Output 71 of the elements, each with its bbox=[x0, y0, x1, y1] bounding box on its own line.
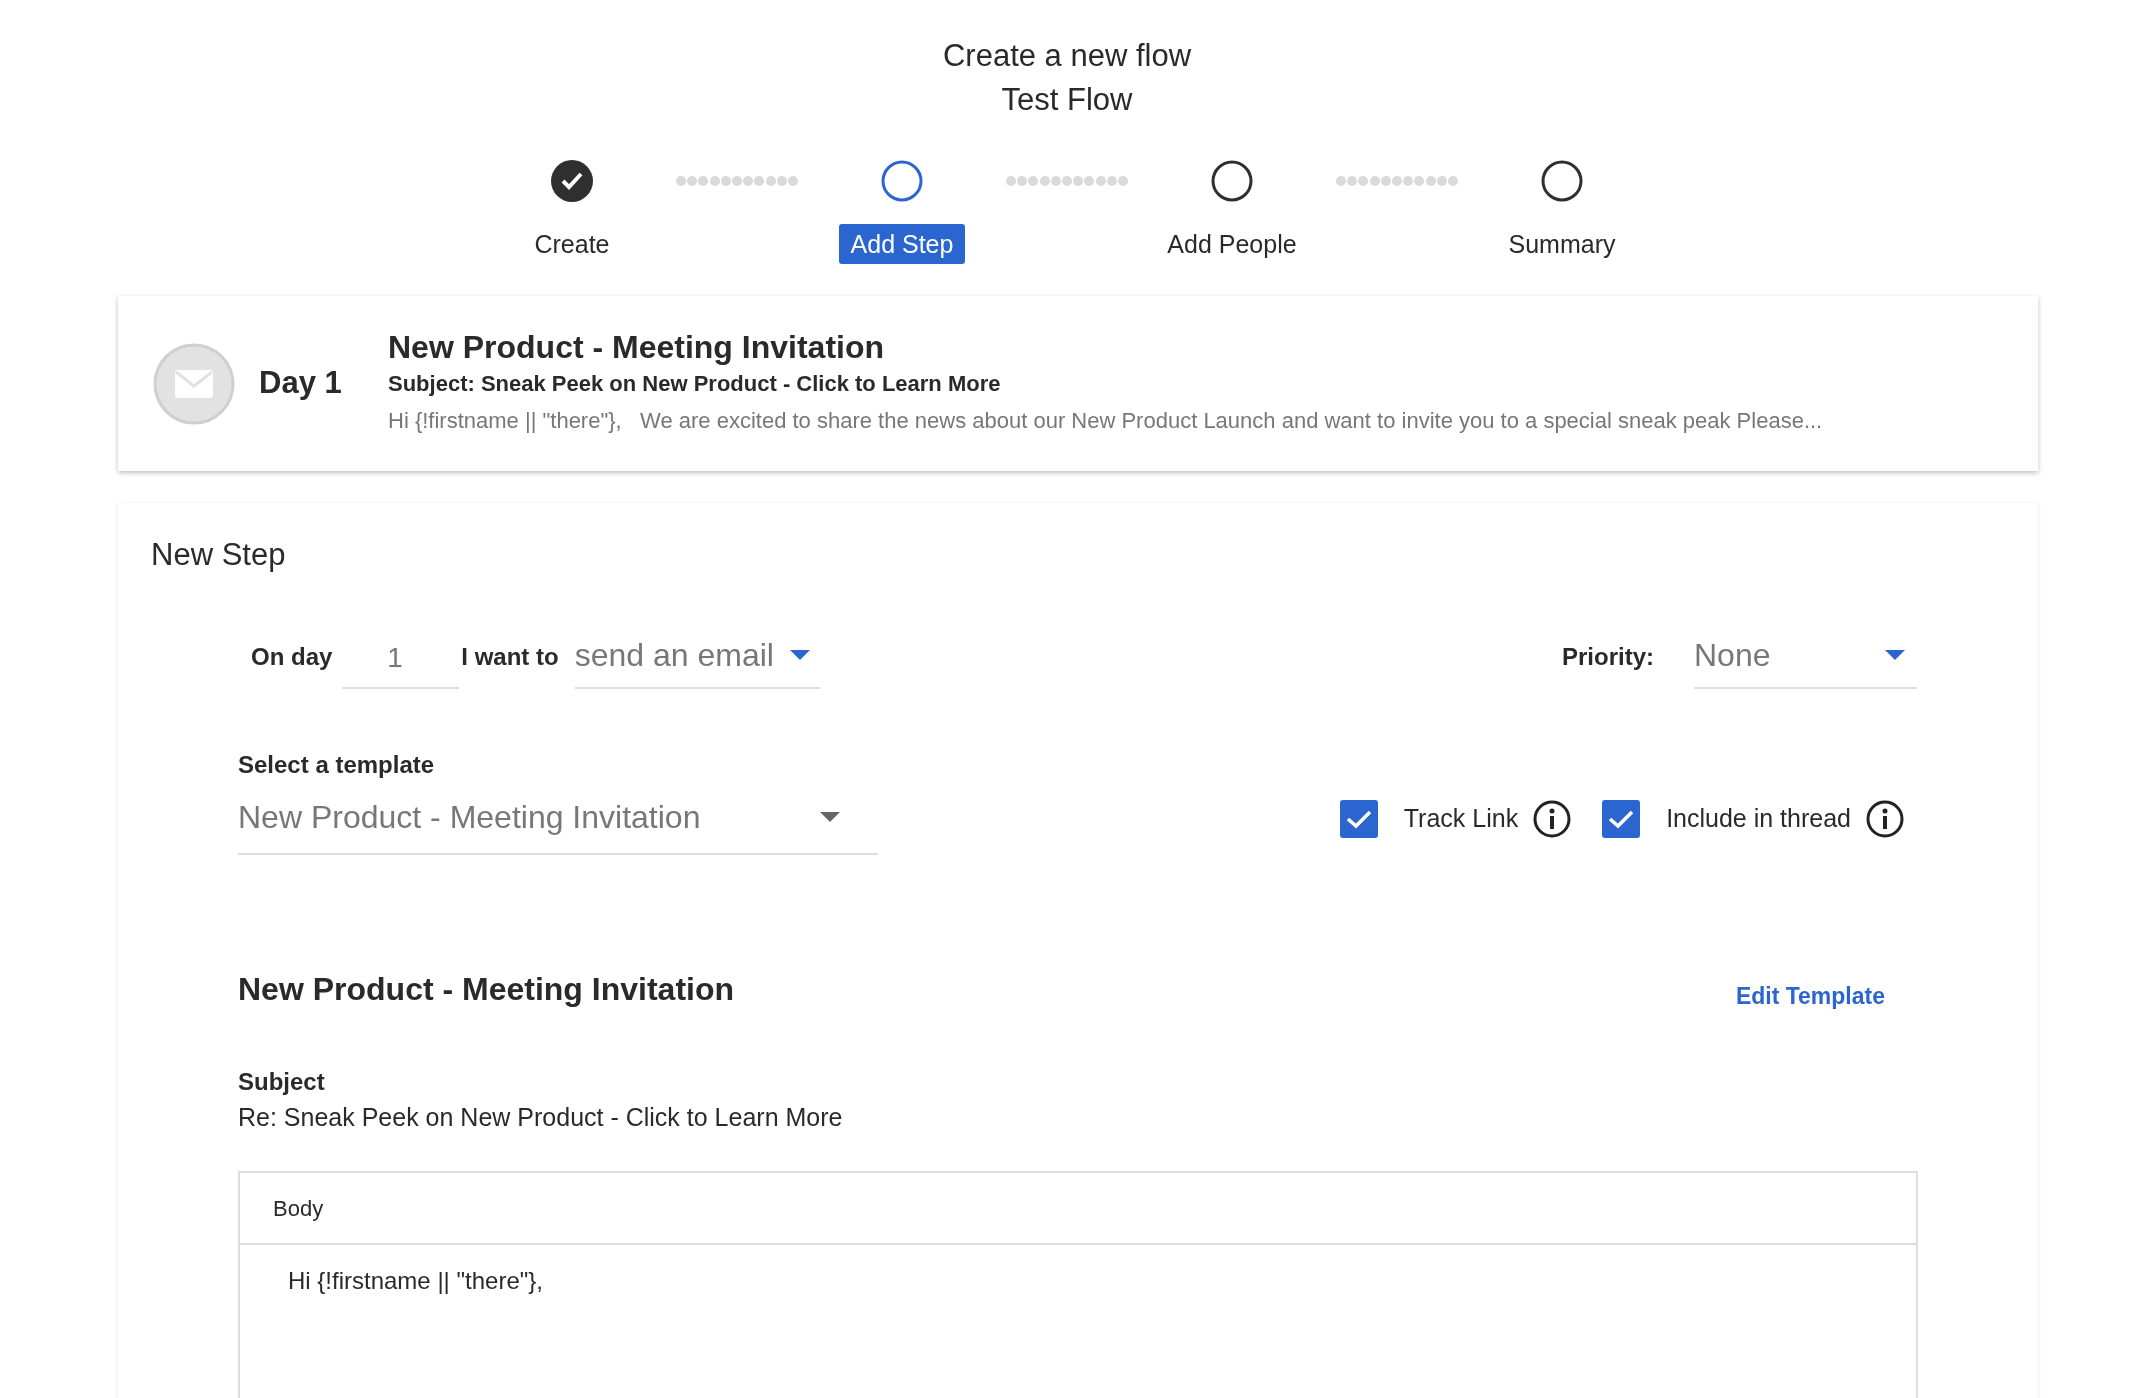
edit-template-link[interactable]: Edit Template bbox=[1735, 978, 1885, 1013]
dot-icon bbox=[1084, 176, 1095, 186]
dot-icon bbox=[754, 176, 765, 186]
dot-icon bbox=[1039, 176, 1050, 186]
template-dropdown[interactable]: New Product - Meeting Invitation bbox=[238, 793, 878, 855]
dot-icon bbox=[676, 176, 686, 186]
step-label[interactable]: Summary bbox=[1496, 224, 1628, 264]
info-icon[interactable] bbox=[1865, 799, 1905, 839]
step-subject: Subject: Sneak Peek on New Product - Click to Learn More bbox=[388, 369, 1002, 398]
step-preview: Hi {!firstname || "there"}, We are excited to share the news about our New Product Launch and want to invite you to a special sneak peak Please... bbox=[388, 406, 1823, 435]
priority-label: Priority: bbox=[1562, 642, 1654, 672]
dot-icon bbox=[765, 176, 776, 186]
dot-icon bbox=[1425, 176, 1436, 186]
dot-icon bbox=[1006, 176, 1016, 186]
dot-icon bbox=[1369, 176, 1380, 186]
day-label: Day 1 bbox=[259, 364, 343, 403]
dot-icon bbox=[1347, 176, 1358, 186]
step-label[interactable]: Create bbox=[522, 224, 622, 264]
dot-icon bbox=[1391, 176, 1402, 186]
dot-icon bbox=[1447, 176, 1458, 186]
checkbox[interactable] bbox=[1339, 800, 1378, 838]
dot-icon bbox=[743, 176, 754, 186]
subject-text: Re: Sneak Peek on New Product - Click to Learn More bbox=[238, 1102, 844, 1133]
action-label: I want to bbox=[461, 642, 559, 672]
dot-icon bbox=[1017, 176, 1028, 186]
dot-icon bbox=[1436, 176, 1447, 186]
dot-icon bbox=[1414, 176, 1425, 186]
caret-icon bbox=[1885, 650, 1905, 660]
template-field-label: Select a template bbox=[238, 750, 436, 780]
check-icon bbox=[1345, 809, 1372, 829]
dot-icon bbox=[1106, 176, 1117, 186]
dot-icon bbox=[776, 176, 787, 186]
dot-icon bbox=[709, 176, 720, 186]
dot-icon bbox=[1336, 176, 1346, 186]
caret-icon bbox=[820, 812, 840, 822]
dot-icon bbox=[687, 176, 698, 186]
mail-icon bbox=[153, 342, 235, 425]
dot-icon bbox=[1061, 176, 1072, 186]
dot-icon bbox=[698, 176, 709, 186]
template-title: New Product - Meeting Invitation bbox=[238, 970, 734, 1009]
priority-dropdown[interactable]: None bbox=[1694, 631, 1917, 689]
option-label: Include in thread bbox=[1666, 803, 1851, 835]
body-label: Body bbox=[273, 1194, 324, 1223]
caret-icon bbox=[789, 650, 810, 660]
option-label: Track Link bbox=[1403, 803, 1519, 835]
dot-icon bbox=[1380, 176, 1391, 186]
dot-icon bbox=[1028, 176, 1039, 186]
step-label[interactable]: Add Step bbox=[838, 224, 966, 264]
check-icon bbox=[1608, 809, 1635, 829]
dot-icon bbox=[1095, 176, 1106, 186]
dot-icon bbox=[787, 176, 798, 186]
action-dropdown[interactable]: send an email bbox=[574, 631, 820, 689]
day-input[interactable]: 1 bbox=[342, 637, 460, 689]
body-text: Hi {!firstname || "there"}, bbox=[288, 1267, 543, 1294]
dot-icon bbox=[1403, 176, 1414, 186]
checkbox[interactable] bbox=[1602, 800, 1641, 838]
subject-label: Subject bbox=[238, 1067, 326, 1097]
dot-icon bbox=[1050, 176, 1061, 186]
dot-icon bbox=[1117, 176, 1128, 186]
dot-icon bbox=[1358, 176, 1369, 186]
page-heading: Create a new flow bbox=[942, 37, 1192, 75]
step-title: New Product - Meeting Invitation bbox=[388, 327, 885, 367]
dot-icon bbox=[731, 176, 742, 186]
step-label[interactable]: Add People bbox=[1155, 224, 1309, 264]
body-editor[interactable]: Body Hi {!firstname || "there"}, bbox=[238, 1171, 1918, 1398]
new-step-title: New Step bbox=[151, 536, 287, 574]
day-field-label: On day bbox=[251, 642, 333, 672]
dot-icon bbox=[720, 176, 731, 186]
flow-name: Test Flow bbox=[1001, 81, 1133, 119]
info-icon[interactable] bbox=[1532, 799, 1573, 839]
dot-icon bbox=[1073, 176, 1084, 186]
